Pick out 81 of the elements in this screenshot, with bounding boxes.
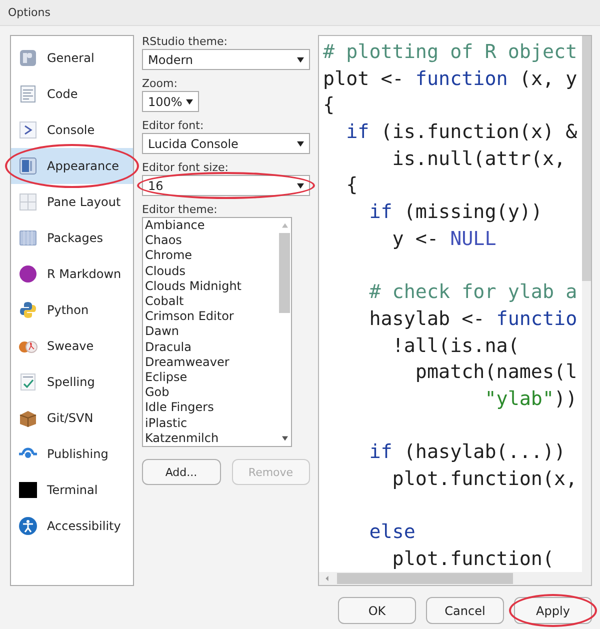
caret-icon — [186, 98, 193, 104]
dropdown[interactable]: 100% — [142, 91, 199, 112]
code-line: plot.function( — [391, 546, 554, 572]
sidebar-item[interactable]: Git/SVN — [11, 400, 133, 436]
logo-icon — [18, 48, 38, 68]
box-icon — [18, 408, 38, 428]
sidebar-item[interactable]: Pane Layout — [11, 184, 133, 220]
scroll-up-icon[interactable] — [282, 223, 288, 228]
scroll-down-icon[interactable] — [282, 436, 288, 441]
code-line: is.null(attr(x, — [391, 146, 566, 172]
code-line: if (is.function(x) & — [345, 119, 578, 146]
code-line: plot <- function (x, y — [323, 66, 578, 92]
circle-icon — [18, 264, 38, 284]
code-line: { — [345, 172, 358, 198]
sidebar-item[interactable]: Terminal — [11, 472, 133, 508]
grid-icon — [18, 192, 38, 212]
window-icon — [18, 156, 38, 176]
box-icon — [18, 228, 38, 248]
checkmark-icon — [18, 372, 38, 392]
vertical-scrollbar[interactable] — [582, 36, 591, 572]
list-item[interactable]: Dreamweaver — [145, 354, 278, 370]
list-item[interactable]: Dawn — [145, 324, 278, 340]
dialog-button[interactable]: Cancel — [426, 597, 504, 624]
list-item[interactable]: Ambiance — [145, 218, 278, 234]
sidebar-item[interactable]: Packages — [11, 220, 133, 256]
list-item[interactable]: Chaos — [145, 233, 278, 248]
list-item[interactable]: Chrome — [145, 248, 278, 264]
list-item[interactable]: Idle Fingers — [145, 400, 278, 416]
prompt-icon — [18, 120, 38, 140]
caret-icon — [297, 140, 304, 146]
add-button[interactable]: Add... — [142, 459, 220, 485]
code-line: pmatch(names(l — [414, 359, 578, 386]
sidebar-item[interactable]: Code — [11, 76, 133, 112]
sidebar-item[interactable]: Spelling — [11, 364, 133, 400]
list-item[interactable]: Eclipse — [145, 370, 278, 386]
accessibility-icon — [18, 516, 38, 536]
list-item[interactable]: Clouds Midnight — [145, 278, 278, 294]
field-label: RStudio theme: — [142, 35, 228, 48]
list-item[interactable]: Clouds — [145, 264, 278, 279]
code-line: { — [323, 92, 335, 118]
list-item[interactable]: Gob — [145, 385, 278, 400]
dropdown[interactable]: Lucida Console — [142, 133, 310, 154]
code-line: # plotting of R object — [323, 39, 578, 65]
scroll-thumb[interactable] — [279, 233, 290, 313]
list-item[interactable]: Crimson Editor — [145, 309, 278, 324]
window-title: Options — [8, 6, 50, 19]
field-label: Editor font size: — [142, 161, 230, 174]
caret-icon — [297, 56, 304, 62]
code-line: !all(is.na( — [391, 332, 520, 359]
list-item[interactable]: Cobalt — [145, 294, 278, 310]
code-line: "ylab")) — [484, 386, 578, 412]
sidebar-item[interactable]: Python — [11, 292, 133, 328]
list-item[interactable]: Dracula — [145, 340, 278, 355]
caret-icon — [297, 182, 304, 188]
document-icon — [18, 84, 38, 104]
code-line: hasylab <- functio — [368, 306, 578, 332]
dialog-button[interactable]: OK — [338, 597, 416, 624]
sidebar-item[interactable]: Publishing — [11, 436, 133, 472]
list-item[interactable]: Katzenmilch — [145, 430, 278, 446]
scroll-thumb[interactable] — [582, 36, 591, 281]
field-label: Editor font: — [142, 119, 205, 132]
code-line: # check for ylab a — [368, 279, 578, 306]
code-line: if (hasylab(...)) — [368, 439, 566, 466]
sidebar-item[interactable]: General — [11, 40, 133, 76]
sidebar-item[interactable]: Sweave — [11, 328, 133, 364]
logo-icon — [18, 300, 38, 320]
list-item[interactable]: iPlastic — [145, 416, 278, 431]
field-label: Zoom: — [142, 77, 178, 90]
sidebar-item[interactable]: Accessibility — [11, 508, 133, 544]
terminal-icon — [18, 480, 38, 500]
horizontal-scrollbar[interactable] — [319, 572, 582, 585]
sidebar-item[interactable]: R Markdown — [11, 256, 133, 292]
sidebar-item[interactable]: Console — [11, 112, 133, 148]
field-label: Editor theme: — [142, 203, 218, 216]
code-line: if (missing(y)) — [368, 199, 542, 226]
code-line: else — [368, 519, 416, 546]
code-line: plot.function(x, — [391, 466, 578, 492]
scroll-thumb[interactable] — [337, 573, 513, 584]
scroll-left-icon[interactable] — [325, 575, 329, 582]
dropdown[interactable]: Modern — [142, 49, 310, 70]
code-line: y <- NULL — [391, 226, 496, 252]
